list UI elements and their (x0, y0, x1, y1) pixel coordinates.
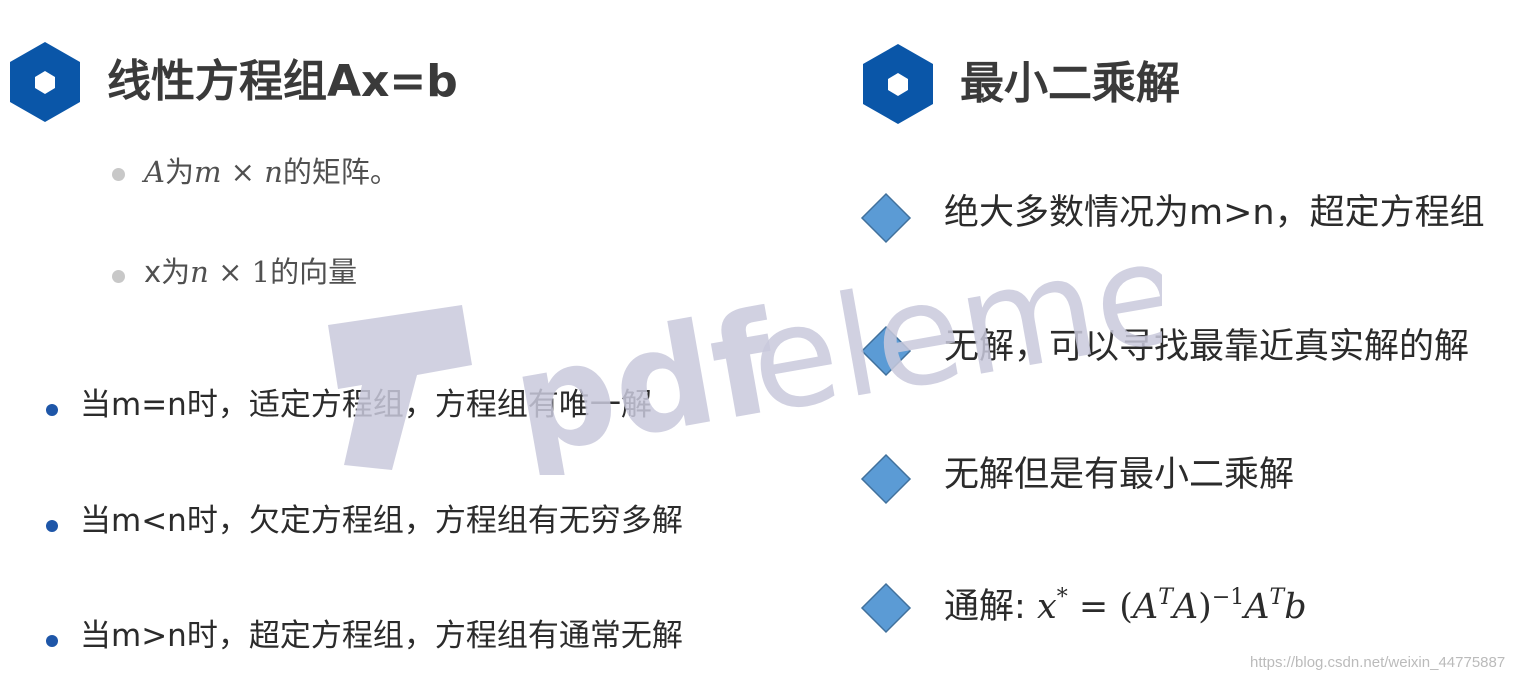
sub-text-0: x为 (144, 255, 191, 289)
grey-bullet-icon (112, 270, 125, 283)
math-n: n (190, 255, 209, 289)
formula-a3: A (1244, 587, 1270, 627)
sub-item-matrix: A为m × n的矩阵。 (144, 158, 399, 187)
math-a: A (144, 155, 165, 189)
sub-item-vector: x为n × 1的向量 (144, 258, 357, 287)
right-list-item: 无解，可以寻找最靠近真实解的解 (944, 327, 1470, 367)
formula-x: x (1036, 587, 1057, 627)
sub-text-2: 的矩阵。 (282, 155, 399, 189)
diamond-bullet-icon (860, 192, 912, 244)
diamond-bullet-icon (860, 582, 912, 634)
formula-close: ) (1198, 587, 1212, 627)
formula-star: * (1056, 585, 1068, 610)
grey-bullet-icon (112, 168, 125, 181)
formula-t2: T (1269, 585, 1285, 610)
formula: x* = (ATA)−1ATb (1037, 587, 1307, 627)
hexagon-icon (863, 44, 933, 124)
formula-line: 通解: x* = (ATA)−1ATb (944, 587, 1307, 625)
list-item: 当m>n时，超定方程组，方程组有通常无解 (80, 618, 683, 654)
list-item: 当m<n时，欠定方程组，方程组有无穷多解 (80, 503, 683, 539)
right-list-item: 无解但是有最小二乘解 (944, 455, 1295, 495)
math-times: × (221, 155, 265, 189)
formula-t1: T (1158, 585, 1173, 610)
right-heading: 最小二乘解 (960, 58, 1180, 109)
right-list-item: 绝大多数情况为m>n，超定方程组 (944, 193, 1485, 233)
formula-a1: A (1132, 587, 1159, 627)
blue-bullet-icon (46, 404, 58, 416)
blue-bullet-icon (46, 635, 58, 647)
watermark-text-bold: pdf (502, 281, 790, 475)
math-m: m (193, 155, 222, 189)
formula-inv: −1 (1211, 585, 1245, 610)
sub-text-1: 为 (164, 155, 194, 189)
hexagon-icon (10, 42, 80, 122)
source-url: https://blog.csdn.net/weixin_44775887 (1250, 654, 1506, 671)
list-item: 当m=n时，适定方程组，方程组有唯一解 (80, 387, 652, 423)
math-times: × (208, 255, 252, 289)
math-one: 1 (251, 255, 271, 289)
left-heading: 线性方程组Ax=b (107, 56, 458, 107)
formula-a2: A (1172, 587, 1199, 627)
formula-b: b (1284, 587, 1307, 627)
formula-label: 通解: (944, 587, 1026, 627)
sub-text-2: 的向量 (270, 255, 358, 289)
diamond-bullet-icon (860, 453, 912, 505)
blue-bullet-icon (46, 520, 58, 532)
diamond-bullet-icon (860, 325, 912, 377)
formula-eq: = ( (1067, 587, 1133, 627)
math-n: n (264, 155, 283, 189)
